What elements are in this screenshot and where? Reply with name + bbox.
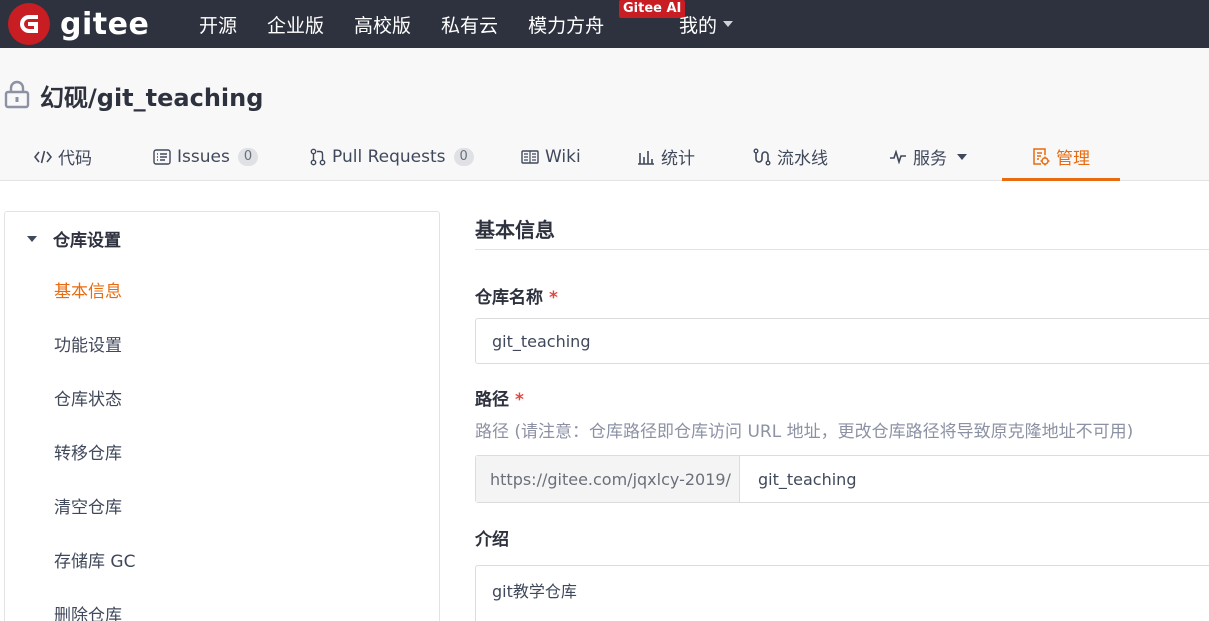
gitee-logo[interactable]: gitee — [8, 3, 149, 45]
chart-icon — [637, 149, 655, 165]
nav-education[interactable]: 高校版 — [354, 11, 411, 38]
tab-statistics[interactable]: 统计 — [637, 132, 695, 181]
top-navbar: gitee 开源 企业版 高校版 私有云 模力方舟 Gitee AI 我的 — [0, 0, 1209, 48]
path-prefix: https://gitee.com/jqxlcy-2019/ — [476, 456, 740, 502]
lock-icon — [4, 79, 30, 113]
active-tab-indicator — [1002, 178, 1120, 181]
issues-icon — [153, 148, 171, 165]
tab-pipeline[interactable]: 流水线 — [753, 132, 828, 181]
tab-services-dropdown[interactable]: 服务 — [889, 132, 967, 181]
path-input[interactable]: git_teaching — [740, 456, 1209, 502]
tab-issues[interactable]: Issues 0 — [153, 132, 259, 181]
nav-enterprise[interactable]: 企业版 — [267, 11, 324, 38]
sidebar-item-transfer[interactable]: 转移仓库 — [54, 439, 122, 464]
nav-moli-fangzhou[interactable]: 模力方舟 — [528, 11, 604, 38]
nav-open-source[interactable]: 开源 — [199, 11, 237, 38]
project-title: 幻砚/git_teaching — [4, 78, 263, 113]
nav-mine-label: 我的 — [679, 14, 718, 37]
main-nav: 开源 企业版 高校版 私有云 模力方舟 — [199, 0, 634, 48]
intro-label: 介绍 — [475, 530, 509, 550]
tab-manage[interactable]: 管理 — [1032, 132, 1090, 181]
gitee-logo-icon — [8, 3, 50, 45]
sidebar-item-gc[interactable]: 存储库 GC — [54, 547, 135, 572]
manage-icon — [1032, 147, 1050, 166]
gitee-ai-badge[interactable]: Gitee AI — [619, 0, 686, 18]
sidebar-item-basic-info[interactable]: 基本信息 — [54, 277, 122, 302]
pipeline-icon — [753, 148, 771, 166]
sidebar-item-features[interactable]: 功能设置 — [54, 331, 122, 356]
section-divider — [475, 249, 1209, 250]
nav-private-cloud[interactable]: 私有云 — [441, 11, 498, 38]
required-mark: * — [515, 390, 524, 410]
settings-sidebar: 仓库设置 基本信息 功能设置 仓库状态 转移仓库 清空仓库 存储库 GC 删除仓… — [4, 211, 440, 621]
chevron-down-icon — [957, 153, 967, 160]
project-header: 幻砚/git_teaching 代码 Issues 0 Pull Request… — [0, 48, 1209, 181]
sidebar-group-repo-settings[interactable]: 仓库设置 — [27, 226, 121, 251]
required-mark: * — [549, 288, 558, 308]
chevron-down-icon — [723, 21, 734, 27]
tab-pull-requests[interactable]: Pull Requests 0 — [310, 132, 474, 181]
path-hint: 路径 (请注意：仓库路径即仓库访问 URL 地址，更改仓库路径将导致原克隆地址不… — [475, 422, 1134, 442]
code-icon — [34, 149, 52, 165]
repo-name[interactable]: 幻砚/git_teaching — [40, 78, 263, 113]
issues-count-badge: 0 — [237, 147, 259, 166]
caret-down-icon — [27, 235, 37, 242]
pulse-icon — [889, 149, 907, 164]
project-tabs: 代码 Issues 0 Pull Requests 0 Wiki 统计 流水线 … — [0, 132, 1209, 181]
tab-code[interactable]: 代码 — [34, 132, 92, 181]
repo-name-input[interactable]: git_teaching — [475, 318, 1209, 364]
sidebar-item-repo-status[interactable]: 仓库状态 — [54, 385, 122, 410]
path-label: 路径 * — [475, 390, 524, 410]
intro-textarea[interactable]: git教学仓库 — [475, 565, 1209, 621]
pr-count-badge: 0 — [453, 147, 474, 166]
path-input-group: https://gitee.com/jqxlcy-2019/ git_teach… — [475, 455, 1209, 503]
brand-name: gitee — [60, 6, 150, 42]
wiki-icon — [521, 149, 539, 165]
sidebar-item-delete[interactable]: 删除仓库 — [54, 601, 122, 621]
tab-wiki[interactable]: Wiki — [521, 132, 581, 181]
section-title: 基本信息 — [475, 218, 555, 242]
nav-mine-dropdown[interactable]: 我的 — [679, 0, 734, 48]
sidebar-item-clear[interactable]: 清空仓库 — [54, 493, 122, 518]
pull-request-icon — [310, 148, 326, 166]
repo-name-label: 仓库名称 * — [475, 288, 558, 308]
